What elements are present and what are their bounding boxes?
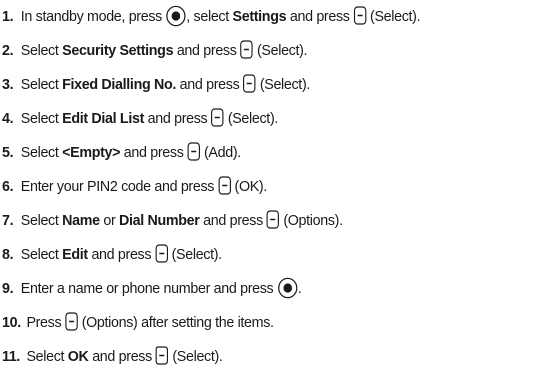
menu-option-label: Fixed Dialling No. [62, 76, 177, 93]
nav-center-key-icon [166, 5, 187, 27]
step-number: 3. [2, 76, 14, 93]
step-text: Select [20, 212, 63, 229]
step-text: In standby mode, press [20, 8, 166, 25]
step-text: and press [173, 42, 241, 59]
step-text: (Select). [168, 348, 223, 365]
step-text: (Options). [279, 212, 343, 229]
step-text: (Select). [366, 8, 421, 25]
step-11: 11. Select OK and press (Select). [2, 344, 223, 370]
step-text: (Select). [253, 42, 308, 59]
menu-option-label: <Empty> [62, 144, 121, 161]
menu-option-label: Edit Dial List [62, 110, 144, 127]
step-number: 1. [2, 8, 14, 25]
step-text: Select [20, 246, 63, 263]
step-text: (Options) after setting the items. [78, 314, 274, 331]
step-text: , select [186, 8, 233, 25]
menu-option-label: OK [67, 348, 89, 365]
step-text: Select [20, 76, 63, 93]
soft-key-icon [211, 108, 224, 128]
step-number: 9. [2, 280, 14, 297]
menu-option-label: Name [62, 212, 100, 229]
soft-key-icon [218, 176, 231, 196]
menu-option-label: Edit [62, 246, 88, 263]
step-text: Select [20, 110, 63, 127]
step-text: Enter a name or phone number and press [20, 280, 278, 297]
step-text: (Select). [167, 246, 223, 263]
soft-key-icon [266, 210, 280, 230]
step-7: 7. Select Name or Dial Number and press (… [2, 208, 343, 234]
step-text: Enter your PIN2 code and press [20, 178, 218, 195]
step-text: and press [87, 246, 155, 263]
menu-option-label: Settings [232, 8, 287, 25]
step-text: Press [26, 314, 65, 331]
nav-center-key-icon [277, 277, 298, 299]
step-text: or [99, 212, 120, 229]
step-number: 5. [2, 144, 14, 161]
step-text: (OK). [230, 178, 268, 195]
soft-key-icon [243, 74, 256, 94]
step-10: 10. Press (Options) after setting the ite… [2, 310, 274, 336]
soft-key-icon [155, 244, 168, 264]
step-8: 8. Select Edit and press (Select). [2, 242, 222, 268]
step-text: (Add). [200, 144, 241, 161]
step-number: 8. [2, 246, 14, 263]
step-9: 9. Enter a name or phone number and press… [2, 276, 302, 302]
step-text: Select [26, 348, 68, 365]
step-number: 11. [2, 348, 21, 365]
step-text: (Select). [256, 76, 311, 93]
step-6: 6. Enter your PIN2 code and press (OK). [2, 174, 267, 200]
step-text: and press [286, 8, 354, 25]
step-number: 2. [2, 42, 14, 59]
step-number: 10. [2, 314, 21, 331]
step-text: (Select). [224, 110, 279, 127]
soft-key-icon [353, 6, 367, 26]
menu-option-label: Dial Number [119, 212, 200, 229]
step-2: 2. Select Security Settings and press (Se… [2, 38, 308, 64]
step-text: and press [88, 348, 156, 365]
soft-key-icon [187, 142, 200, 162]
step-number: 6. [2, 178, 14, 195]
step-number: 7. [2, 212, 14, 229]
step-text: and press [199, 212, 267, 229]
right-soft-key-icon [155, 346, 169, 366]
step-text: and press [176, 76, 244, 93]
step-1: 1. In standby mode, press , select Settin… [2, 4, 421, 30]
step-4: 4. Select Edit Dial List and press (Selec… [2, 106, 278, 132]
menu-option-label: Security Settings [62, 42, 174, 59]
step-text: Select [20, 144, 63, 161]
step-text: Select [20, 42, 63, 59]
step-text: . [297, 280, 302, 297]
step-text: and press [143, 110, 212, 127]
step-5: 5. Select <Empty> and press (Add). [2, 140, 241, 166]
soft-key-icon [65, 312, 78, 332]
step-3: 3. Select Fixed Dialling No. and press (S… [2, 72, 310, 98]
step-number: 4. [2, 110, 14, 127]
soft-key-icon [240, 40, 253, 60]
step-text: and press [120, 144, 188, 161]
